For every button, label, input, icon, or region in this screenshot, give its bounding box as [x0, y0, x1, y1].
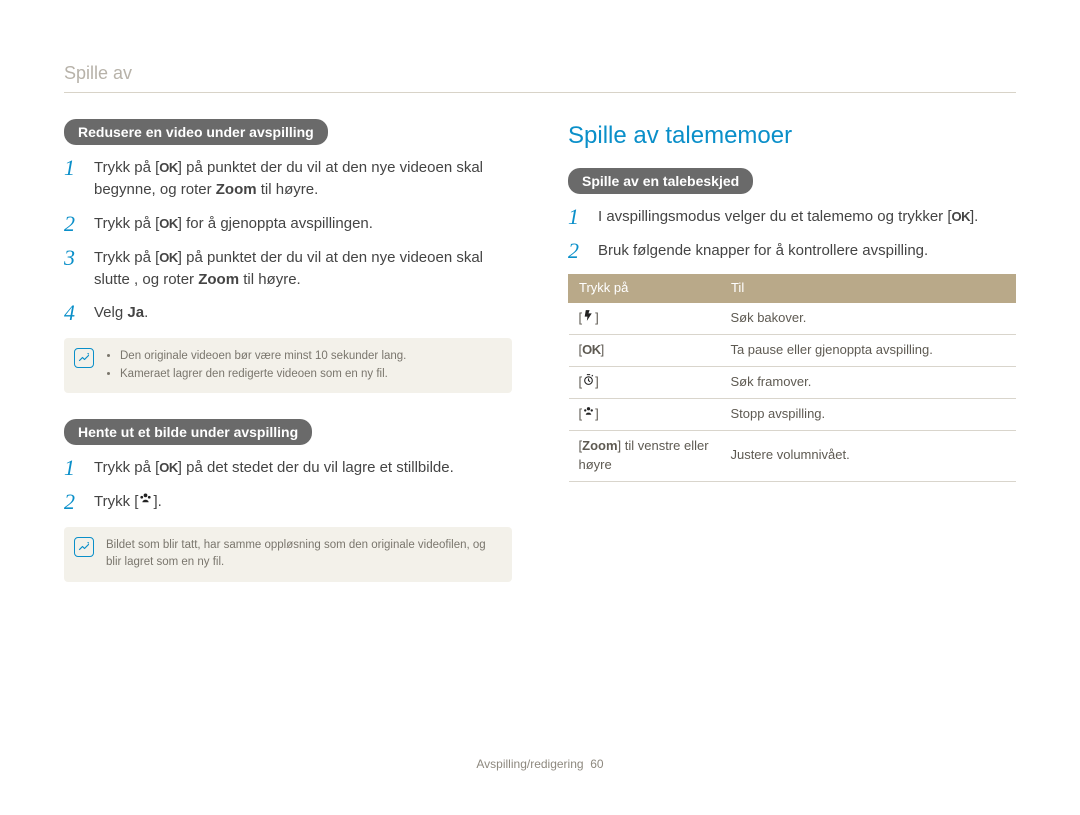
step-item: 1 Trykk på [OK] på punktet der du vil at… — [64, 157, 512, 201]
ok-icon: OK — [582, 341, 601, 360]
txt: . — [144, 304, 148, 321]
step-item: 1 I avspillingsmodus velger du et taleme… — [568, 206, 1016, 228]
controls-table: Trykk på Til [] Søk bakover. [OK] Ta pau… — [568, 274, 1016, 481]
press-cell: [] — [569, 398, 721, 430]
step-number: 2 — [64, 213, 82, 235]
step-text: Trykk på [OK] på punktet der du vil at d… — [94, 157, 512, 201]
macro-icon — [582, 405, 595, 424]
to-cell: Søk bakover. — [720, 303, 1015, 335]
to-cell: Søk framover. — [720, 366, 1015, 398]
step-number: 4 — [64, 302, 82, 324]
steps-reduce-video: 1 Trykk på [OK] på punktet der du vil at… — [64, 157, 512, 324]
step-number: 2 — [568, 240, 586, 262]
step-item: 4 Velg Ja. — [64, 302, 512, 324]
note-item: Kameraet lagrer den redigerte videoen so… — [120, 366, 500, 383]
to-cell: Ta pause eller gjenoppta avspilling. — [720, 335, 1015, 367]
txt: ]. — [153, 493, 161, 510]
txt: Trykk på [ — [94, 159, 159, 176]
note-box: Bildet som blir tatt, har samme oppløsni… — [64, 527, 512, 582]
press-cell: [Zoom] til venstre eller høyre — [569, 430, 721, 481]
txt: ]. — [970, 208, 978, 225]
step-text: Bruk følgende knapper for å kontrollere … — [598, 240, 1016, 262]
pill-play-voicemsg: Spille av en talebeskjed — [568, 168, 753, 194]
page-footer: Avspilling/redigering 60 — [0, 756, 1080, 773]
table-row: [OK] Ta pause eller gjenoppta avspilling… — [569, 335, 1016, 367]
pill-extract-image: Hente ut et bilde under avspilling — [64, 419, 312, 445]
table-row: [] Søk framover. — [569, 366, 1016, 398]
to-cell: Stopp avspilling. — [720, 398, 1015, 430]
txt: Trykk [ — [94, 493, 138, 510]
step-number: 1 — [568, 206, 586, 228]
step-text: Trykk på [OK] på det stedet der du vil l… — [94, 457, 512, 479]
ok-icon: OK — [159, 215, 178, 234]
txt: Trykk på [ — [94, 459, 159, 476]
step-item: 2 Trykk på [OK] for å gjenoppta avspilli… — [64, 213, 512, 235]
table-row: [] Stopp avspilling. — [569, 398, 1016, 430]
zoom-label: Zoom — [198, 271, 239, 288]
step-item: 2 Trykk []. — [64, 491, 512, 513]
press-cell: [] — [569, 303, 721, 335]
note-box: Den originale videoen bør være minst 10 … — [64, 338, 512, 393]
txt: ] for å gjenoppta avspillingen. — [178, 215, 373, 232]
flash-icon — [582, 309, 595, 328]
zoom-label: Zoom — [582, 438, 617, 453]
note-text: Bildet som blir tatt, har samme oppløsni… — [106, 539, 486, 568]
timer-icon — [582, 373, 595, 392]
press-cell: [] — [569, 366, 721, 398]
note-item: Den originale videoen bør være minst 10 … — [120, 348, 500, 365]
page-section-header: Spille av — [64, 60, 1016, 93]
txt: Trykk på [ — [94, 249, 159, 266]
txt: til høyre. — [239, 271, 301, 288]
txt: ] på det stedet der du vil lagre et stil… — [178, 459, 454, 476]
ok-icon: OK — [159, 159, 178, 178]
macro-icon — [138, 491, 153, 513]
left-column: Redusere en video under avspilling 1 Try… — [64, 119, 512, 608]
steps-play-voicemsg: 1 I avspillingsmodus velger du et taleme… — [568, 206, 1016, 262]
ok-icon: OK — [159, 459, 178, 478]
th-to: Til — [720, 275, 1015, 303]
zoom-label: Zoom — [216, 181, 257, 198]
th-press: Trykk på — [569, 275, 721, 303]
step-item: 2 Bruk følgende knapper for å kontroller… — [568, 240, 1016, 262]
press-cell: [OK] — [569, 335, 721, 367]
ja-label: Ja — [127, 304, 144, 321]
step-text: I avspillingsmodus velger du et talememo… — [598, 206, 1016, 228]
section-title: Spille av talememoer — [568, 119, 1016, 154]
txt: I avspillingsmodus velger du et talememo… — [598, 208, 952, 225]
step-number: 2 — [64, 491, 82, 513]
step-text: Trykk på [OK] for å gjenoppta avspilling… — [94, 213, 512, 235]
steps-extract-image: 1 Trykk på [OK] på det stedet der du vil… — [64, 457, 512, 513]
step-text: Trykk []. — [94, 491, 512, 513]
table-row: [Zoom] til venstre eller høyre Justere v… — [569, 430, 1016, 481]
right-column: Spille av talememoer Spille av en talebe… — [568, 119, 1016, 608]
step-item: 1 Trykk på [OK] på det stedet der du vil… — [64, 457, 512, 479]
content-columns: Redusere en video under avspilling 1 Try… — [64, 119, 1016, 608]
pill-reduce-video: Redusere en video under avspilling — [64, 119, 328, 145]
step-number: 3 — [64, 247, 82, 269]
step-item: 3 Trykk på [OK] på punktet der du vil at… — [64, 247, 512, 291]
note-icon — [74, 348, 94, 368]
table-row: [] Søk bakover. — [569, 303, 1016, 335]
to-cell: Justere volumnivået. — [720, 430, 1015, 481]
ok-icon: OK — [952, 208, 971, 227]
step-text: Trykk på [OK] på punktet der du vil at d… — [94, 247, 512, 291]
note-icon — [74, 537, 94, 557]
ok-icon: OK — [159, 249, 178, 268]
step-number: 1 — [64, 457, 82, 479]
footer-page: 60 — [590, 757, 603, 771]
txt: Velg — [94, 304, 127, 321]
txt: Trykk på [ — [94, 215, 159, 232]
footer-section: Avspilling/redigering — [476, 757, 583, 771]
step-number: 1 — [64, 157, 82, 179]
step-text: Velg Ja. — [94, 302, 512, 324]
txt: til høyre. — [257, 181, 319, 198]
